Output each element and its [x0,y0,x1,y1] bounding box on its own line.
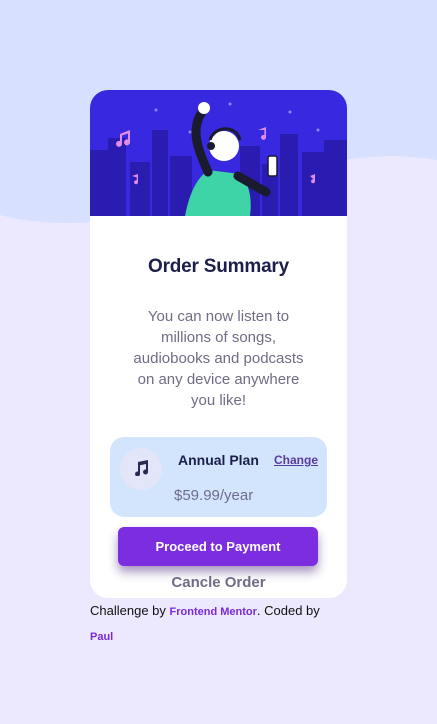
plan-name: Annual Plan [178,452,259,468]
page-title: Order Summary [147,256,289,277]
challenge-prefix: Challenge by [90,603,170,618]
cancel-order-button[interactable]: Cancle Order [90,574,347,591]
description: You can now listen to millions of songs,… [133,308,304,409]
music-note-icon [120,448,162,490]
coded-by-text: . Coded by [256,603,320,618]
order-summary-card: Order Summary You can now listen to mill… [90,90,347,598]
plan-price: $59.99/year [174,487,254,504]
proceed-to-payment-button[interactable]: Proceed to Payment [118,527,318,566]
author-link[interactable]: Paul [90,631,113,643]
frontend-mentor-link[interactable]: Frontend Mentor [170,606,257,618]
plan-box: Annual Plan $59.99/year Change [110,437,327,517]
change-plan-link[interactable]: Change [274,453,318,467]
attribution: Challenge by Frontend Mentor. Coded by P… [90,599,350,649]
hero-illustration [90,90,347,216]
